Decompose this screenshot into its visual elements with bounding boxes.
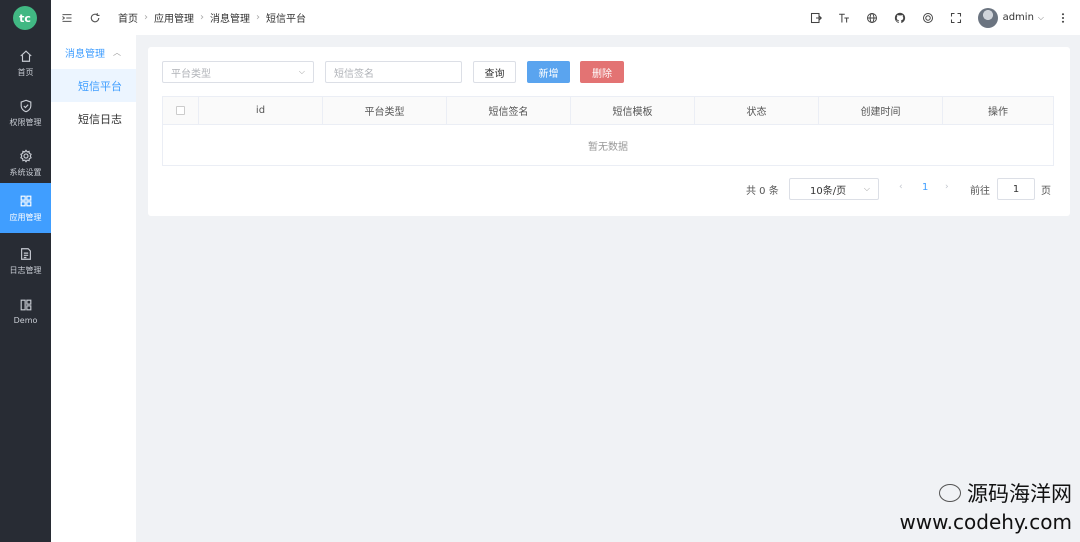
platform-type-select[interactable]: 平台类型 ⌵ bbox=[162, 61, 314, 83]
column-header-platform-type[interactable]: 平台类型 bbox=[323, 97, 447, 124]
column-header-template[interactable]: 短信模板 bbox=[571, 97, 695, 124]
query-button[interactable]: 查询 bbox=[473, 61, 516, 83]
prev-page-icon[interactable]: ‹ bbox=[899, 182, 903, 192]
sidebar-item-home[interactable]: 首页 bbox=[0, 38, 51, 88]
sub-sidebar: 消息管理 ︿ 短信平台 短信日志 bbox=[51, 35, 136, 542]
column-header-created-time[interactable]: 创建时间 bbox=[819, 97, 943, 124]
sidebar-item-label: 系统设置 bbox=[9, 167, 42, 177]
user-menu[interactable]: admin ⌵ bbox=[977, 7, 1044, 28]
pagination-total: 共 0 条 bbox=[746, 186, 779, 197]
sms-signature-input[interactable]: 短信签名 bbox=[325, 61, 462, 83]
globe-icon[interactable] bbox=[858, 0, 886, 35]
wechat-icon bbox=[939, 484, 961, 502]
delete-button[interactable]: 删除 bbox=[580, 61, 624, 83]
demo-icon bbox=[20, 299, 31, 310]
main-sidebar: tc 首页 权限管理 系统设置 应用管理 日志管理 Demo bbox=[0, 0, 51, 542]
sidebar-item-label: 应用管理 bbox=[9, 212, 42, 222]
fullscreen-icon[interactable] bbox=[942, 0, 970, 35]
table-empty-text: 暂无数据 bbox=[588, 142, 628, 153]
page-size-value: 10条/页 bbox=[810, 185, 847, 197]
column-header-actions: 操作 bbox=[988, 107, 1008, 118]
sidebar-item-app-management[interactable]: 应用管理 bbox=[0, 183, 51, 233]
watermark-url: www.codehy.com bbox=[899, 510, 1072, 534]
page-suffix: 页 bbox=[1041, 186, 1051, 197]
menu-collapse-icon[interactable] bbox=[60, 11, 74, 25]
breadcrumb-item: 短信平台 bbox=[266, 14, 306, 25]
column-header-status[interactable]: 状态 bbox=[695, 97, 819, 124]
breadcrumb-separator: › bbox=[200, 12, 204, 23]
refresh-icon[interactable] bbox=[88, 11, 102, 25]
breadcrumb-item[interactable]: 消息管理 bbox=[210, 10, 250, 25]
shield-icon bbox=[20, 99, 31, 112]
select-all-checkbox[interactable] bbox=[176, 106, 185, 115]
grid-icon bbox=[20, 195, 31, 206]
breadcrumb-separator: › bbox=[144, 12, 148, 23]
font-size-icon[interactable] bbox=[830, 0, 858, 35]
submenu-group-message[interactable]: 消息管理 ︿ bbox=[51, 35, 136, 69]
sidebar-item-label: 日志管理 bbox=[9, 265, 42, 275]
submenu-item-sms-log[interactable]: 短信日志 bbox=[51, 102, 136, 135]
more-vertical-icon[interactable] bbox=[1056, 0, 1070, 35]
goto-label: 前往 bbox=[970, 186, 990, 197]
goto-page-input[interactable]: 1 bbox=[997, 178, 1035, 200]
sidebar-item-label: Demo bbox=[13, 315, 38, 325]
sms-platform-table: id 平台类型 短信签名 短信模板 状态 创建时间 操作 暂无数据 bbox=[162, 96, 1054, 166]
breadcrumb-item[interactable]: 首页 bbox=[118, 10, 138, 25]
avatar bbox=[977, 7, 998, 28]
submenu-group-label: 消息管理 bbox=[65, 48, 105, 60]
github-icon[interactable] bbox=[886, 0, 914, 35]
username: admin bbox=[1002, 12, 1034, 23]
column-header-signature[interactable]: 短信签名 bbox=[447, 97, 571, 124]
sms-signature-placeholder: 短信签名 bbox=[334, 68, 374, 80]
select-all-cell bbox=[163, 97, 199, 124]
table-header: id 平台类型 短信签名 短信模板 状态 创建时间 操作 bbox=[163, 97, 1053, 125]
chevron-down-icon: ⌵ bbox=[863, 184, 870, 193]
gear-icon bbox=[19, 148, 32, 163]
chevron-down-icon: ⌵ bbox=[298, 67, 305, 76]
submenu-item-label: 短信平台 bbox=[78, 79, 122, 93]
breadcrumb: 首页 › 应用管理 › 消息管理 › 短信平台 bbox=[118, 10, 306, 25]
sidebar-item-label: 权限管理 bbox=[9, 117, 42, 127]
breadcrumb-separator: › bbox=[256, 12, 260, 23]
chevron-up-icon: ︿ bbox=[113, 47, 121, 57]
exit-screen-icon[interactable] bbox=[802, 0, 830, 35]
sidebar-item-permission[interactable]: 权限管理 bbox=[0, 88, 51, 138]
next-page-icon[interactable]: › bbox=[945, 182, 949, 192]
sidebar-item-settings[interactable]: 系统设置 bbox=[0, 138, 51, 188]
copyright-icon[interactable] bbox=[914, 0, 942, 35]
content-card: 平台类型 ⌵ 短信签名 查询 新增 删除 id 平台类型 短信签名 短信模板 状… bbox=[148, 47, 1070, 216]
column-header-id[interactable]: id bbox=[199, 97, 323, 124]
header-toolbar: admin ⌵ bbox=[802, 0, 1070, 35]
app-logo[interactable]: tc bbox=[13, 6, 37, 30]
page-size-select[interactable]: 10条/页 ⌵ bbox=[789, 178, 879, 200]
log-icon bbox=[20, 247, 31, 260]
sidebar-item-demo[interactable]: Demo bbox=[0, 286, 51, 336]
page-number-current[interactable]: 1 bbox=[922, 182, 928, 193]
home-icon bbox=[19, 49, 32, 62]
chevron-down-icon: ⌵ bbox=[1037, 12, 1044, 22]
add-button[interactable]: 新增 bbox=[527, 61, 570, 83]
platform-type-placeholder: 平台类型 bbox=[171, 68, 211, 80]
top-header: 首页 › 应用管理 › 消息管理 › 短信平台 admin ⌵ bbox=[51, 0, 1080, 35]
watermark: 源码海洋网 www.codehy.com bbox=[899, 478, 1072, 534]
sidebar-item-logs[interactable]: 日志管理 bbox=[0, 236, 51, 286]
sidebar-item-label: 首页 bbox=[17, 67, 34, 77]
pagination: 共 0 条 10条/页 ⌵ ‹ 1 › 前往 1 页 bbox=[148, 178, 1070, 200]
breadcrumb-item[interactable]: 应用管理 bbox=[154, 10, 194, 25]
watermark-site-name: 源码海洋网 bbox=[967, 482, 1072, 506]
submenu-item-sms-platform[interactable]: 短信平台 bbox=[51, 69, 136, 102]
submenu-item-label: 短信日志 bbox=[78, 112, 122, 126]
